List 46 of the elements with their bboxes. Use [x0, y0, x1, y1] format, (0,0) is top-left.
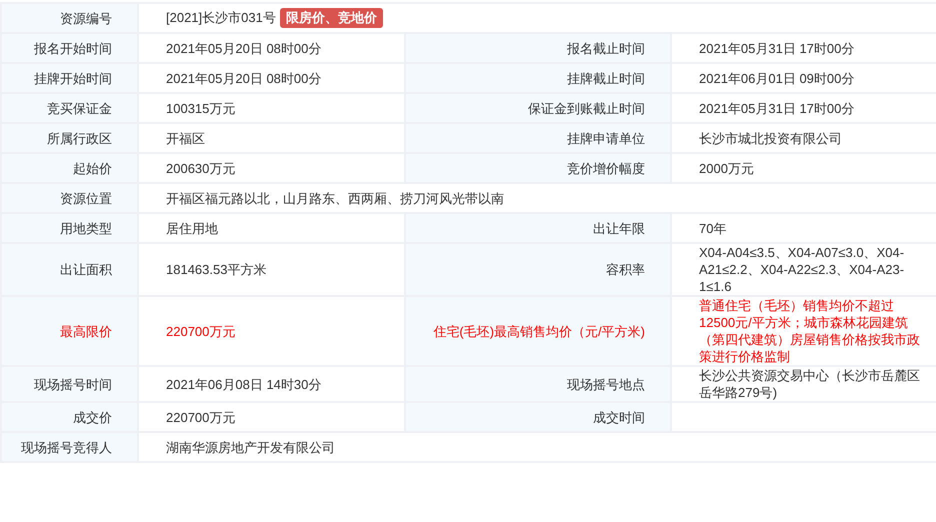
field-value: X04-A04≤3.5、X04-A07≤3.0、X04-A21≤2.2、X04-A22≤2.3、X04-A23-1≤1.6: [699, 245, 904, 294]
field-value: 2021年05月31日 17时00分: [699, 100, 854, 116]
field-value: 开福区: [166, 130, 205, 146]
field-value: 2021年06月01日 09时00分: [699, 70, 854, 86]
field-value: 2021年05月20日 08时00分: [166, 40, 322, 56]
field-label: 挂牌截止时间: [567, 70, 645, 86]
field-label: 出让年限: [593, 220, 645, 236]
field-label: 保证金到账截止时间: [528, 100, 645, 116]
field-label: 资源编号: [60, 10, 112, 26]
field-label: 所属行政区: [47, 130, 112, 146]
field-value: 200630万元: [166, 160, 236, 176]
field-value: 长沙公共资源交易中心（长沙市岳麓区岳华路279号): [699, 368, 920, 400]
field-value: 长沙市城北投资有限公司: [699, 130, 842, 146]
field-label: 挂牌开始时间: [34, 70, 112, 86]
field-label: 竞价增价幅度: [567, 160, 645, 176]
field-label: 成交价: [73, 410, 112, 424]
field-value: 开福区福元路以北，山月路东、西两厢、捞刀河风光带以南: [166, 190, 504, 206]
field-value: 70年: [699, 220, 726, 236]
field-value: 220700万元: [166, 324, 236, 338]
field-label: 现场摇号竞得人: [21, 440, 112, 454]
field-label: 竞买保证金: [47, 100, 112, 116]
field-label: 报名截止时间: [567, 40, 645, 56]
field-value: 2021年05月20日 08时00分: [166, 70, 322, 86]
tag-badge: 限房价、竞地价: [280, 8, 383, 28]
field-value: 2021年06月08日 14时30分: [166, 376, 322, 392]
field-label: 挂牌申请单位: [567, 130, 645, 146]
field-label: 资源位置: [60, 190, 112, 206]
field-value: 2000万元: [699, 160, 754, 176]
field-label: 现场摇号地点: [567, 376, 645, 392]
field-value: 普通住宅（毛坯）销售均价不超过12500元/平方米；城市森林花园建筑（第四代建筑）房屋销售价格按我市政策进行价格监制: [699, 298, 920, 364]
field-value: [2021]长沙市031号: [166, 10, 276, 25]
field-value: 2021年05月31日 17时00分: [699, 40, 854, 56]
field-value: 220700万元: [166, 410, 236, 424]
field-label: 成交时间: [593, 410, 645, 424]
field-value: 居住用地: [166, 220, 218, 236]
field-label: 容积率: [606, 262, 645, 277]
field-label: 报名开始时间: [34, 40, 112, 56]
field-label: 出让面积: [60, 262, 112, 277]
field-value: 湖南华源房地产开发有限公司: [166, 440, 335, 454]
field-label: 起始价: [73, 160, 112, 176]
field-label: 现场摇号时间: [34, 376, 112, 392]
field-label: 最高限价: [60, 324, 112, 338]
field-value: 181463.53平方米: [166, 262, 266, 277]
field-label: 住宅(毛坯)最高销售均价（元/平方米): [433, 324, 645, 338]
field-label: 用地类型: [60, 220, 112, 236]
field-value: 100315万元: [166, 100, 236, 116]
